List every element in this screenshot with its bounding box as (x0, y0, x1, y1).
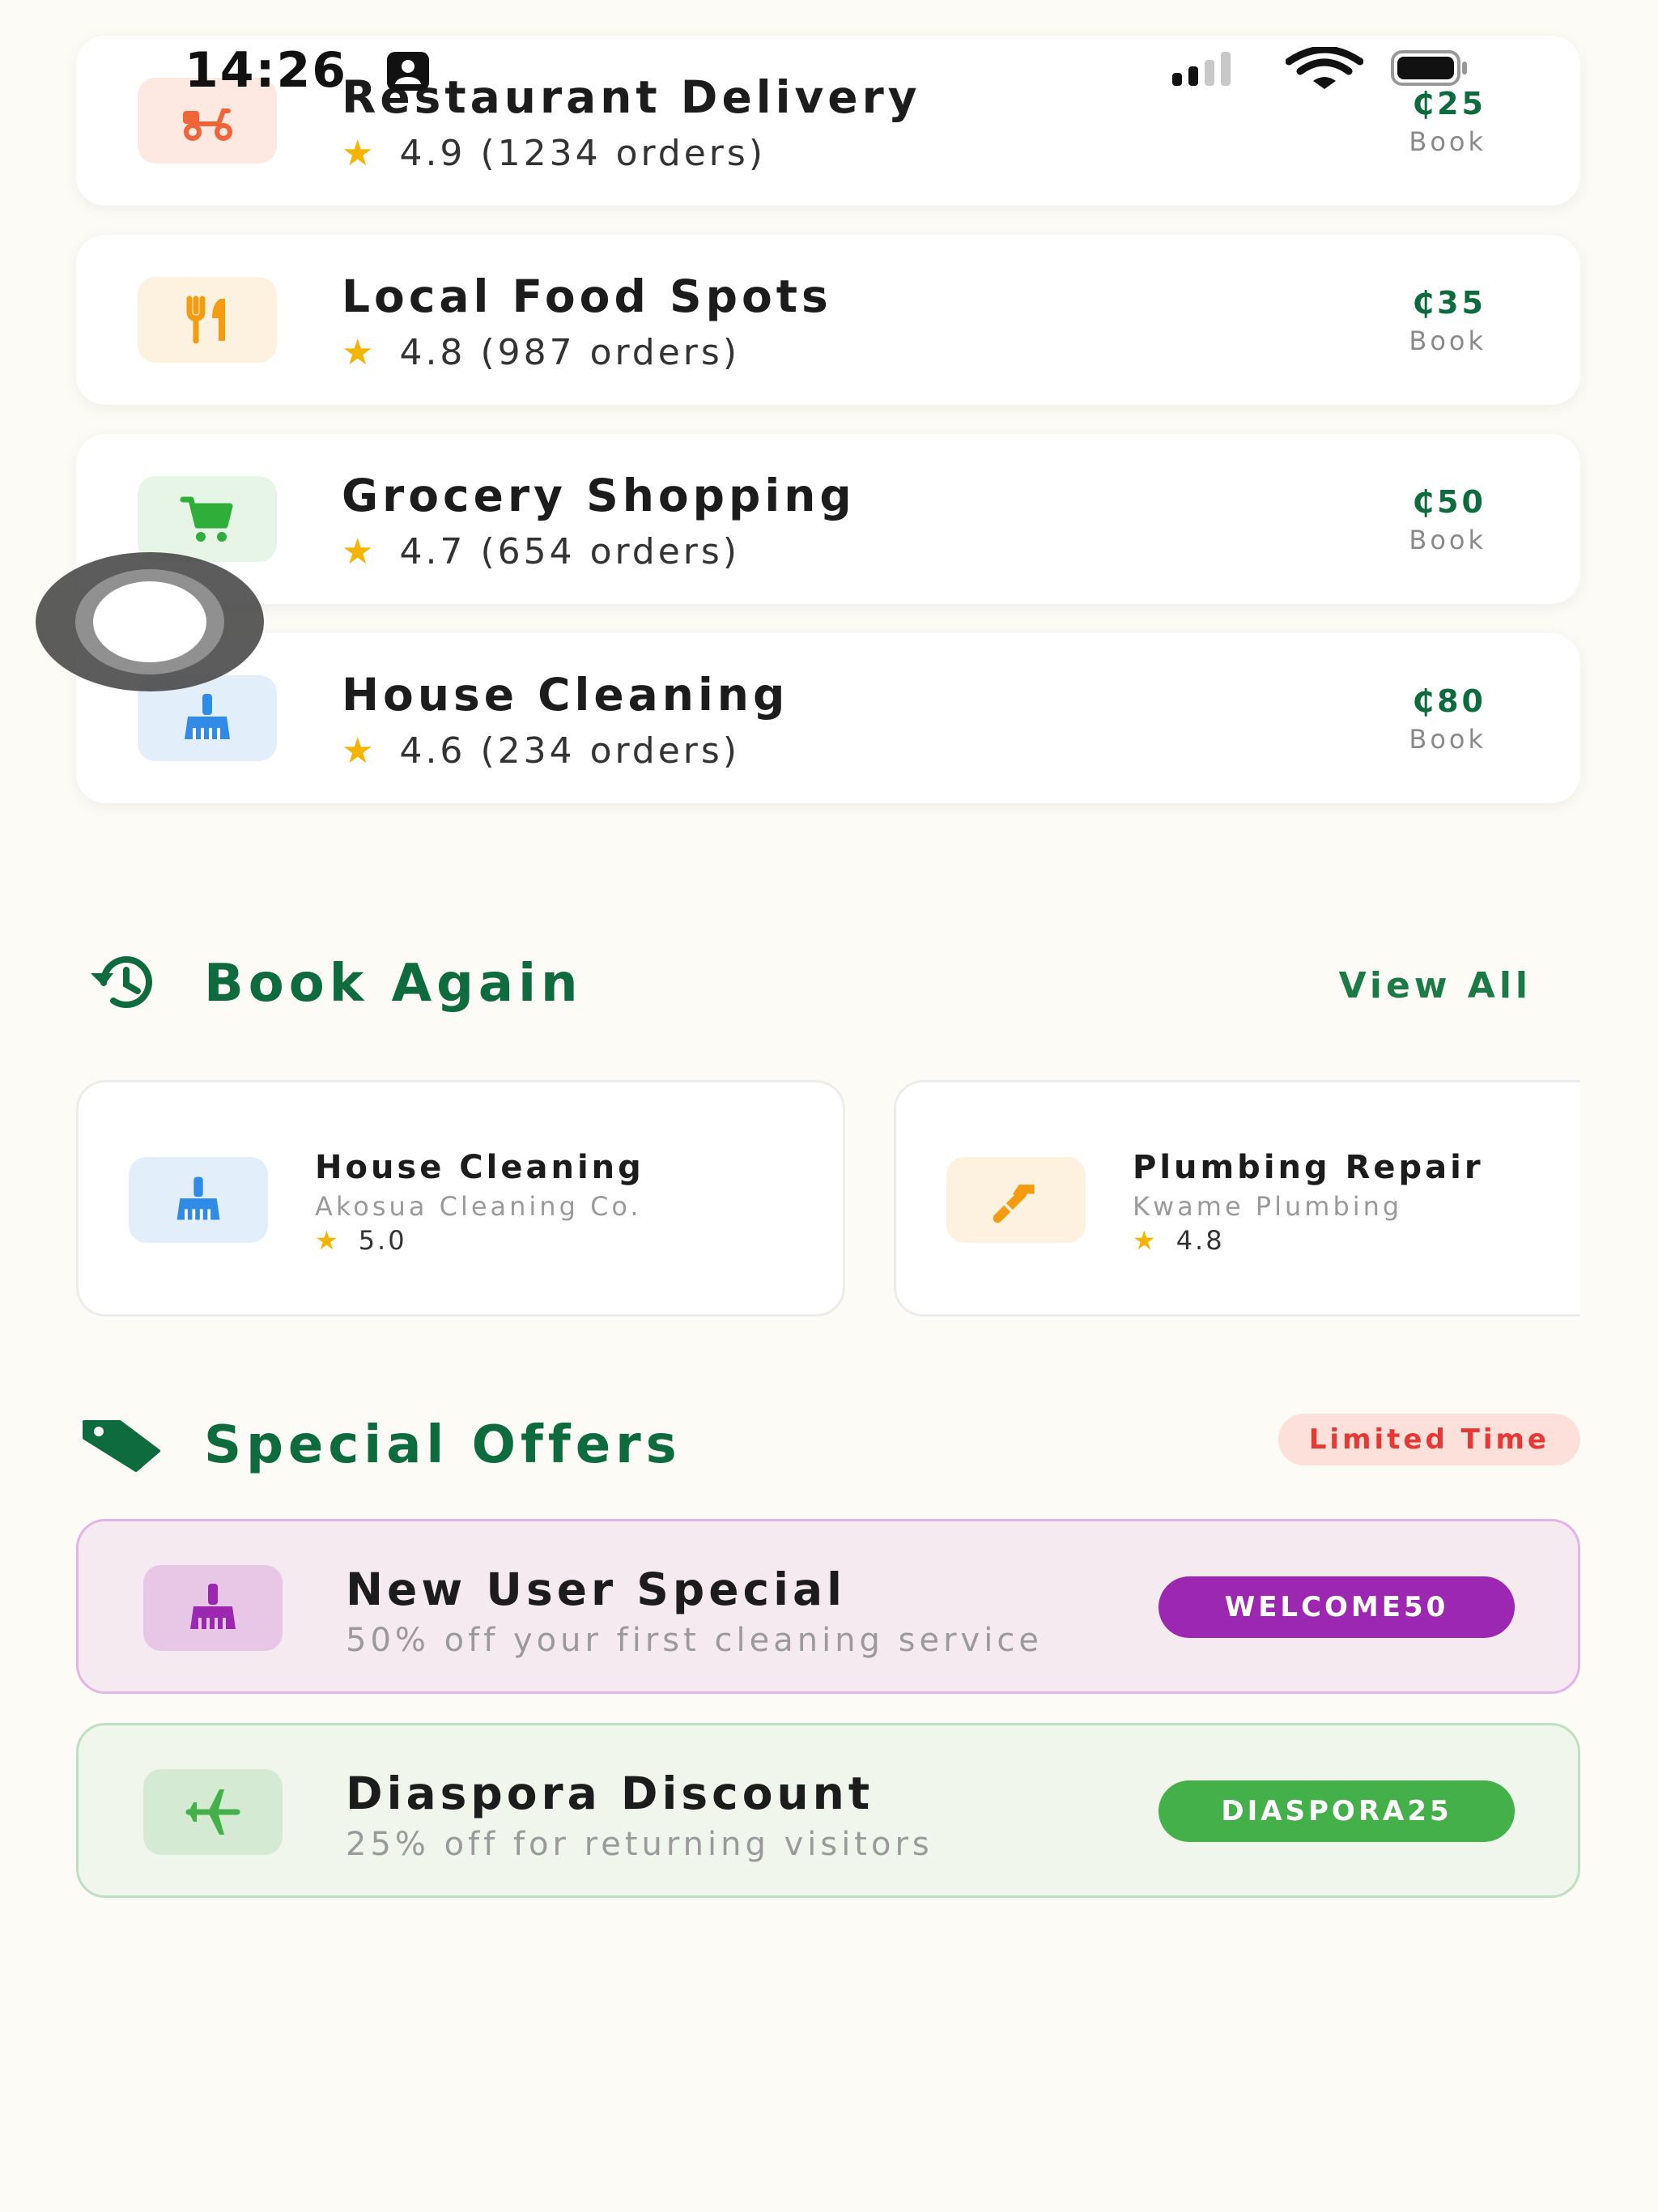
status-time: 14:26 (185, 42, 347, 99)
assistive-touch-ring (75, 569, 224, 674)
rating-value: 4.7 (399, 531, 466, 572)
book-button[interactable]: Book (1409, 525, 1486, 555)
service-name: Local Food Spots (342, 270, 832, 322)
airplane-icon (185, 1789, 240, 1835)
person-badge-icon (387, 52, 429, 91)
special-offers-header: Special Offers Limited Time (81, 1409, 1580, 1482)
assistive-touch-dot (93, 581, 206, 662)
service-card-local-food-spots[interactable]: Local Food Spots ★ 4.8 (987 orders) ₵35 … (76, 235, 1580, 405)
rating-value: 4.6 (399, 730, 466, 772)
rebook-icon-box (946, 1157, 1086, 1243)
service-price: ₵35 (1412, 285, 1486, 321)
service-rating: ★ 4.6 (234 orders) (342, 730, 740, 772)
special-offers-title: Special Offers (204, 1415, 682, 1475)
offer-icon-box (143, 1769, 283, 1855)
offer-title: Diaspora Discount (346, 1767, 874, 1819)
offer-description: 25% off for returning visitors (346, 1826, 933, 1863)
service-rating: ★ 4.7 (654 orders) (342, 531, 740, 572)
service-name: House Cleaning (342, 669, 789, 721)
rebook-service-name: House Cleaning (315, 1149, 644, 1186)
rebook-provider: Akosua Cleaning Co. (315, 1191, 642, 1222)
cellular-signal-icon (1172, 52, 1231, 86)
rating-value: 4.9 (399, 133, 466, 174)
service-price: ₵80 (1412, 683, 1486, 719)
service-price: ₵50 (1412, 484, 1486, 520)
promo-code-button[interactable]: DIASPORA25 (1158, 1780, 1515, 1842)
tag-icon (83, 1420, 160, 1472)
history-icon (91, 956, 152, 1008)
book-again-header: Book Again View All (81, 947, 1580, 1020)
service-icon-box (138, 476, 277, 562)
service-card-house-cleaning[interactable]: House Cleaning ★ 4.6 (234 orders) ₵80 Bo… (76, 633, 1580, 803)
order-count: (234 orders) (480, 730, 740, 772)
rating-value: 4.8 (1175, 1225, 1225, 1256)
book-again-carousel[interactable]: House Cleaning Akosua Cleaning Co. ★ 5.0 … (76, 1080, 1580, 1318)
order-count: (1234 orders) (480, 133, 766, 174)
offer-card-new-user-special[interactable]: New User Special 50% off your first clea… (76, 1519, 1580, 1694)
star-icon: ★ (315, 1225, 341, 1256)
rebook-icon-box (129, 1157, 268, 1243)
service-rating: ★ 4.8 (987 orders) (342, 332, 740, 373)
rebook-rating: ★ 4.8 (1133, 1225, 1225, 1256)
star-icon: ★ (342, 531, 377, 572)
star-icon: ★ (342, 133, 377, 174)
broom-icon (190, 1584, 236, 1629)
cart-icon (180, 496, 233, 542)
view-all-link[interactable]: View All (1339, 965, 1532, 1006)
wifi-icon (1286, 47, 1363, 89)
star-icon: ★ (1133, 1225, 1158, 1256)
book-button[interactable]: Book (1409, 126, 1486, 157)
broom-icon (176, 1176, 220, 1220)
rebook-card-plumbing-repair[interactable]: Plumbing Repair Kwame Plumbing ★ 4.8 (894, 1080, 1580, 1317)
rebook-provider: Kwame Plumbing (1133, 1191, 1403, 1222)
offer-description: 50% off your first cleaning service (346, 1622, 1043, 1659)
order-count: (987 orders) (480, 332, 740, 373)
battery-icon (1391, 50, 1467, 86)
rebook-rating: ★ 5.0 (315, 1225, 407, 1256)
star-icon: ★ (342, 730, 377, 772)
rebook-card-house-cleaning[interactable]: House Cleaning Akosua Cleaning Co. ★ 5.0 (76, 1080, 845, 1317)
promo-code-button[interactable]: WELCOME50 (1158, 1576, 1515, 1638)
book-button[interactable]: Book (1409, 724, 1486, 755)
status-bar: 14:26 (0, 0, 1658, 121)
star-icon: ★ (342, 332, 377, 373)
service-icon-box (138, 277, 277, 363)
wrench-icon (993, 1185, 1035, 1223)
offer-title: New User Special (346, 1563, 846, 1615)
rating-value: 5.0 (358, 1225, 407, 1256)
book-again-title: Book Again (204, 954, 583, 1014)
offer-icon-box (143, 1565, 283, 1651)
limited-time-badge: Limited Time (1278, 1414, 1580, 1465)
book-button[interactable]: Book (1409, 325, 1486, 356)
service-card-grocery-shopping[interactable]: Grocery Shopping ★ 4.7 (654 orders) ₵50 … (76, 434, 1580, 604)
assistive-touch-button[interactable] (36, 552, 264, 691)
rebook-service-name: Plumbing Repair (1133, 1149, 1484, 1186)
service-rating: ★ 4.9 (1234 orders) (342, 133, 766, 174)
service-name: Grocery Shopping (342, 470, 856, 521)
offer-card-diaspora-discount[interactable]: Diaspora Discount 25% off for returning … (76, 1723, 1580, 1898)
order-count: (654 orders) (480, 531, 740, 572)
rating-value: 4.8 (399, 332, 466, 373)
broom-icon (185, 694, 230, 739)
fork-knife-icon (186, 296, 225, 344)
